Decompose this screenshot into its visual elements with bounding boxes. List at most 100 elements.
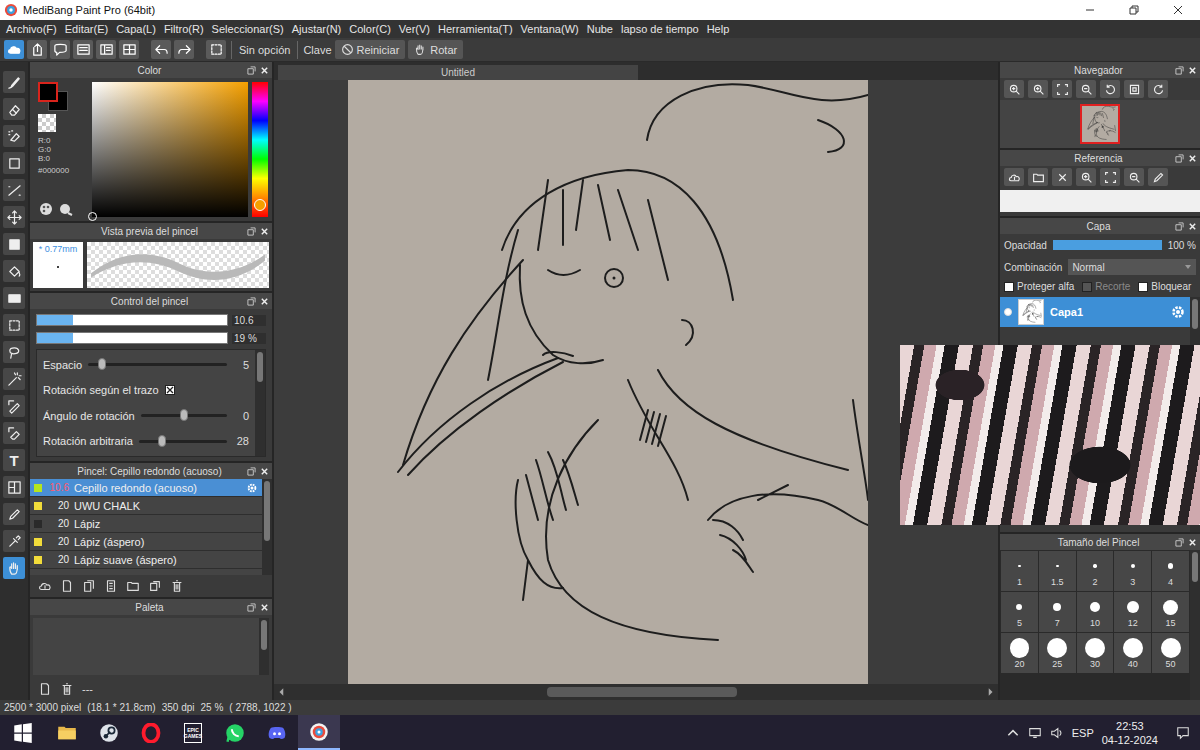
tool-button[interactable] [3, 341, 25, 363]
tool-button[interactable] [3, 206, 25, 228]
undock-icon[interactable] [1175, 538, 1184, 547]
toolbar-button[interactable] [27, 40, 47, 59]
input-language[interactable]: ESP [1072, 727, 1094, 739]
newdoc-icon[interactable] [60, 579, 74, 593]
reference-button[interactable] [1124, 168, 1144, 186]
tool-button[interactable] [3, 179, 25, 201]
close-icon[interactable] [260, 66, 269, 75]
tool-button[interactable] [3, 395, 25, 417]
scrollbar[interactable] [259, 618, 269, 675]
layer-opacity-slider[interactable] [1053, 240, 1162, 250]
close-icon[interactable] [260, 603, 269, 612]
layer-row[interactable]: Capa1 [1000, 297, 1190, 327]
menu-item[interactable]: Filtro(R) [160, 23, 208, 35]
slider-knob[interactable] [180, 409, 188, 421]
folder-icon[interactable] [126, 579, 140, 593]
taskbar-app[interactable] [88, 715, 130, 750]
navigator-button[interactable] [1148, 80, 1168, 98]
minimize-button[interactable] [1068, 0, 1112, 20]
reference-button[interactable] [1004, 168, 1024, 186]
horizontal-scrollbar[interactable] [274, 684, 998, 700]
close-icon[interactable] [260, 467, 269, 476]
brush-size-option[interactable]: 5 [1001, 592, 1038, 632]
navigator-preview[interactable] [1000, 100, 1200, 148]
reference-button[interactable] [1028, 168, 1048, 186]
tool-button[interactable] [3, 71, 25, 93]
taskbar-app[interactable] [0, 715, 46, 750]
brush-size-option[interactable]: 1.5 [1039, 551, 1076, 591]
tool-button[interactable] [3, 314, 25, 336]
tool-button[interactable] [3, 422, 25, 444]
rotate-button[interactable]: Rotar [408, 40, 463, 59]
brush-size-option[interactable]: 2 [1077, 551, 1114, 591]
undock-icon[interactable] [247, 603, 256, 612]
menu-item[interactable]: lapso de tiempo [617, 23, 703, 35]
scrollbar[interactable] [1190, 550, 1200, 700]
reset-button[interactable]: Reiniciar [335, 40, 406, 59]
hue-knob[interactable] [254, 199, 266, 211]
toolbar-button[interactable] [119, 40, 139, 59]
toolbar-button[interactable] [96, 40, 116, 59]
tool-button[interactable] [3, 557, 25, 579]
taskbar-app[interactable] [298, 715, 340, 750]
undock-icon[interactable] [1175, 222, 1184, 231]
tool-button[interactable] [3, 152, 25, 174]
navigator-button[interactable] [1004, 80, 1024, 98]
toolbar-button[interactable] [73, 40, 93, 59]
menu-item[interactable]: Seleccionar(S) [208, 23, 288, 35]
close-icon[interactable] [260, 297, 269, 306]
brush-row[interactable]: 20Lápiz [30, 515, 262, 533]
network-icon[interactable] [1028, 726, 1042, 740]
tool-button[interactable] [3, 125, 25, 147]
tool-button[interactable] [3, 503, 25, 525]
menu-item[interactable]: Ventana(W) [517, 23, 583, 35]
close-icon[interactable] [260, 227, 269, 236]
brush-size-option[interactable]: 25 [1039, 633, 1076, 673]
menu-item[interactable]: Editar(E) [61, 23, 112, 35]
undock-icon[interactable] [247, 297, 256, 306]
dup-icon[interactable] [148, 579, 162, 593]
reference-button[interactable] [1100, 168, 1120, 186]
visibility-icon[interactable] [1004, 308, 1012, 316]
menu-item[interactable]: Archivo(F) [2, 23, 61, 35]
menu-item[interactable]: Ajustar(N) [288, 23, 346, 35]
checkbox[interactable] [165, 385, 175, 395]
navigator-thumbnail[interactable] [1080, 104, 1120, 144]
brush-opacity-slider[interactable]: 19 % [36, 331, 266, 345]
doc-icon[interactable] [104, 579, 118, 593]
canvas-viewport[interactable] [274, 80, 998, 684]
close-icon[interactable] [1188, 66, 1197, 75]
brush-size-option[interactable]: 20 [1001, 633, 1038, 673]
volume-icon[interactable] [1050, 726, 1064, 740]
menu-item[interactable]: Help [703, 23, 734, 35]
brush-size-option[interactable]: 7 [1039, 592, 1076, 632]
brush-size-option[interactable]: 40 [1114, 633, 1151, 673]
blend-mode-select[interactable]: Normal [1068, 259, 1196, 275]
taskbar-app[interactable] [130, 715, 172, 750]
brush-size-option[interactable]: 3 [1114, 551, 1151, 591]
tool-button[interactable] [3, 530, 25, 552]
setting-slider[interactable] [141, 414, 227, 417]
reference-button[interactable] [1148, 168, 1168, 186]
menu-item[interactable]: Capa(L) [112, 23, 160, 35]
upload-icon[interactable] [38, 579, 52, 593]
layer-option-checkbox[interactable]: Bloquear [1138, 281, 1191, 292]
tool-button[interactable]: T [3, 449, 25, 471]
slider-knob[interactable] [158, 435, 166, 447]
document-tab[interactable]: Untitled [278, 65, 638, 80]
taskbar-app[interactable] [46, 715, 88, 750]
menu-item[interactable]: Color(C) [345, 23, 395, 35]
reference-button[interactable] [1076, 168, 1096, 186]
brush-row[interactable]: 20UWU CHALK [30, 497, 262, 515]
undock-icon[interactable] [1175, 154, 1184, 163]
scrollbar[interactable] [262, 479, 272, 575]
scrollbar[interactable] [255, 350, 265, 456]
taskbar-app[interactable] [214, 715, 256, 750]
brush-row[interactable]: 10.6Cepillo redondo (acuoso) [30, 479, 262, 497]
scroll-right-icon[interactable] [985, 687, 995, 697]
gear-icon[interactable] [246, 482, 258, 494]
restore-button[interactable] [1112, 0, 1156, 20]
chevron-up-icon[interactable] [1006, 726, 1020, 740]
tool-button[interactable] [3, 233, 25, 255]
navigator-button[interactable] [1100, 80, 1120, 98]
